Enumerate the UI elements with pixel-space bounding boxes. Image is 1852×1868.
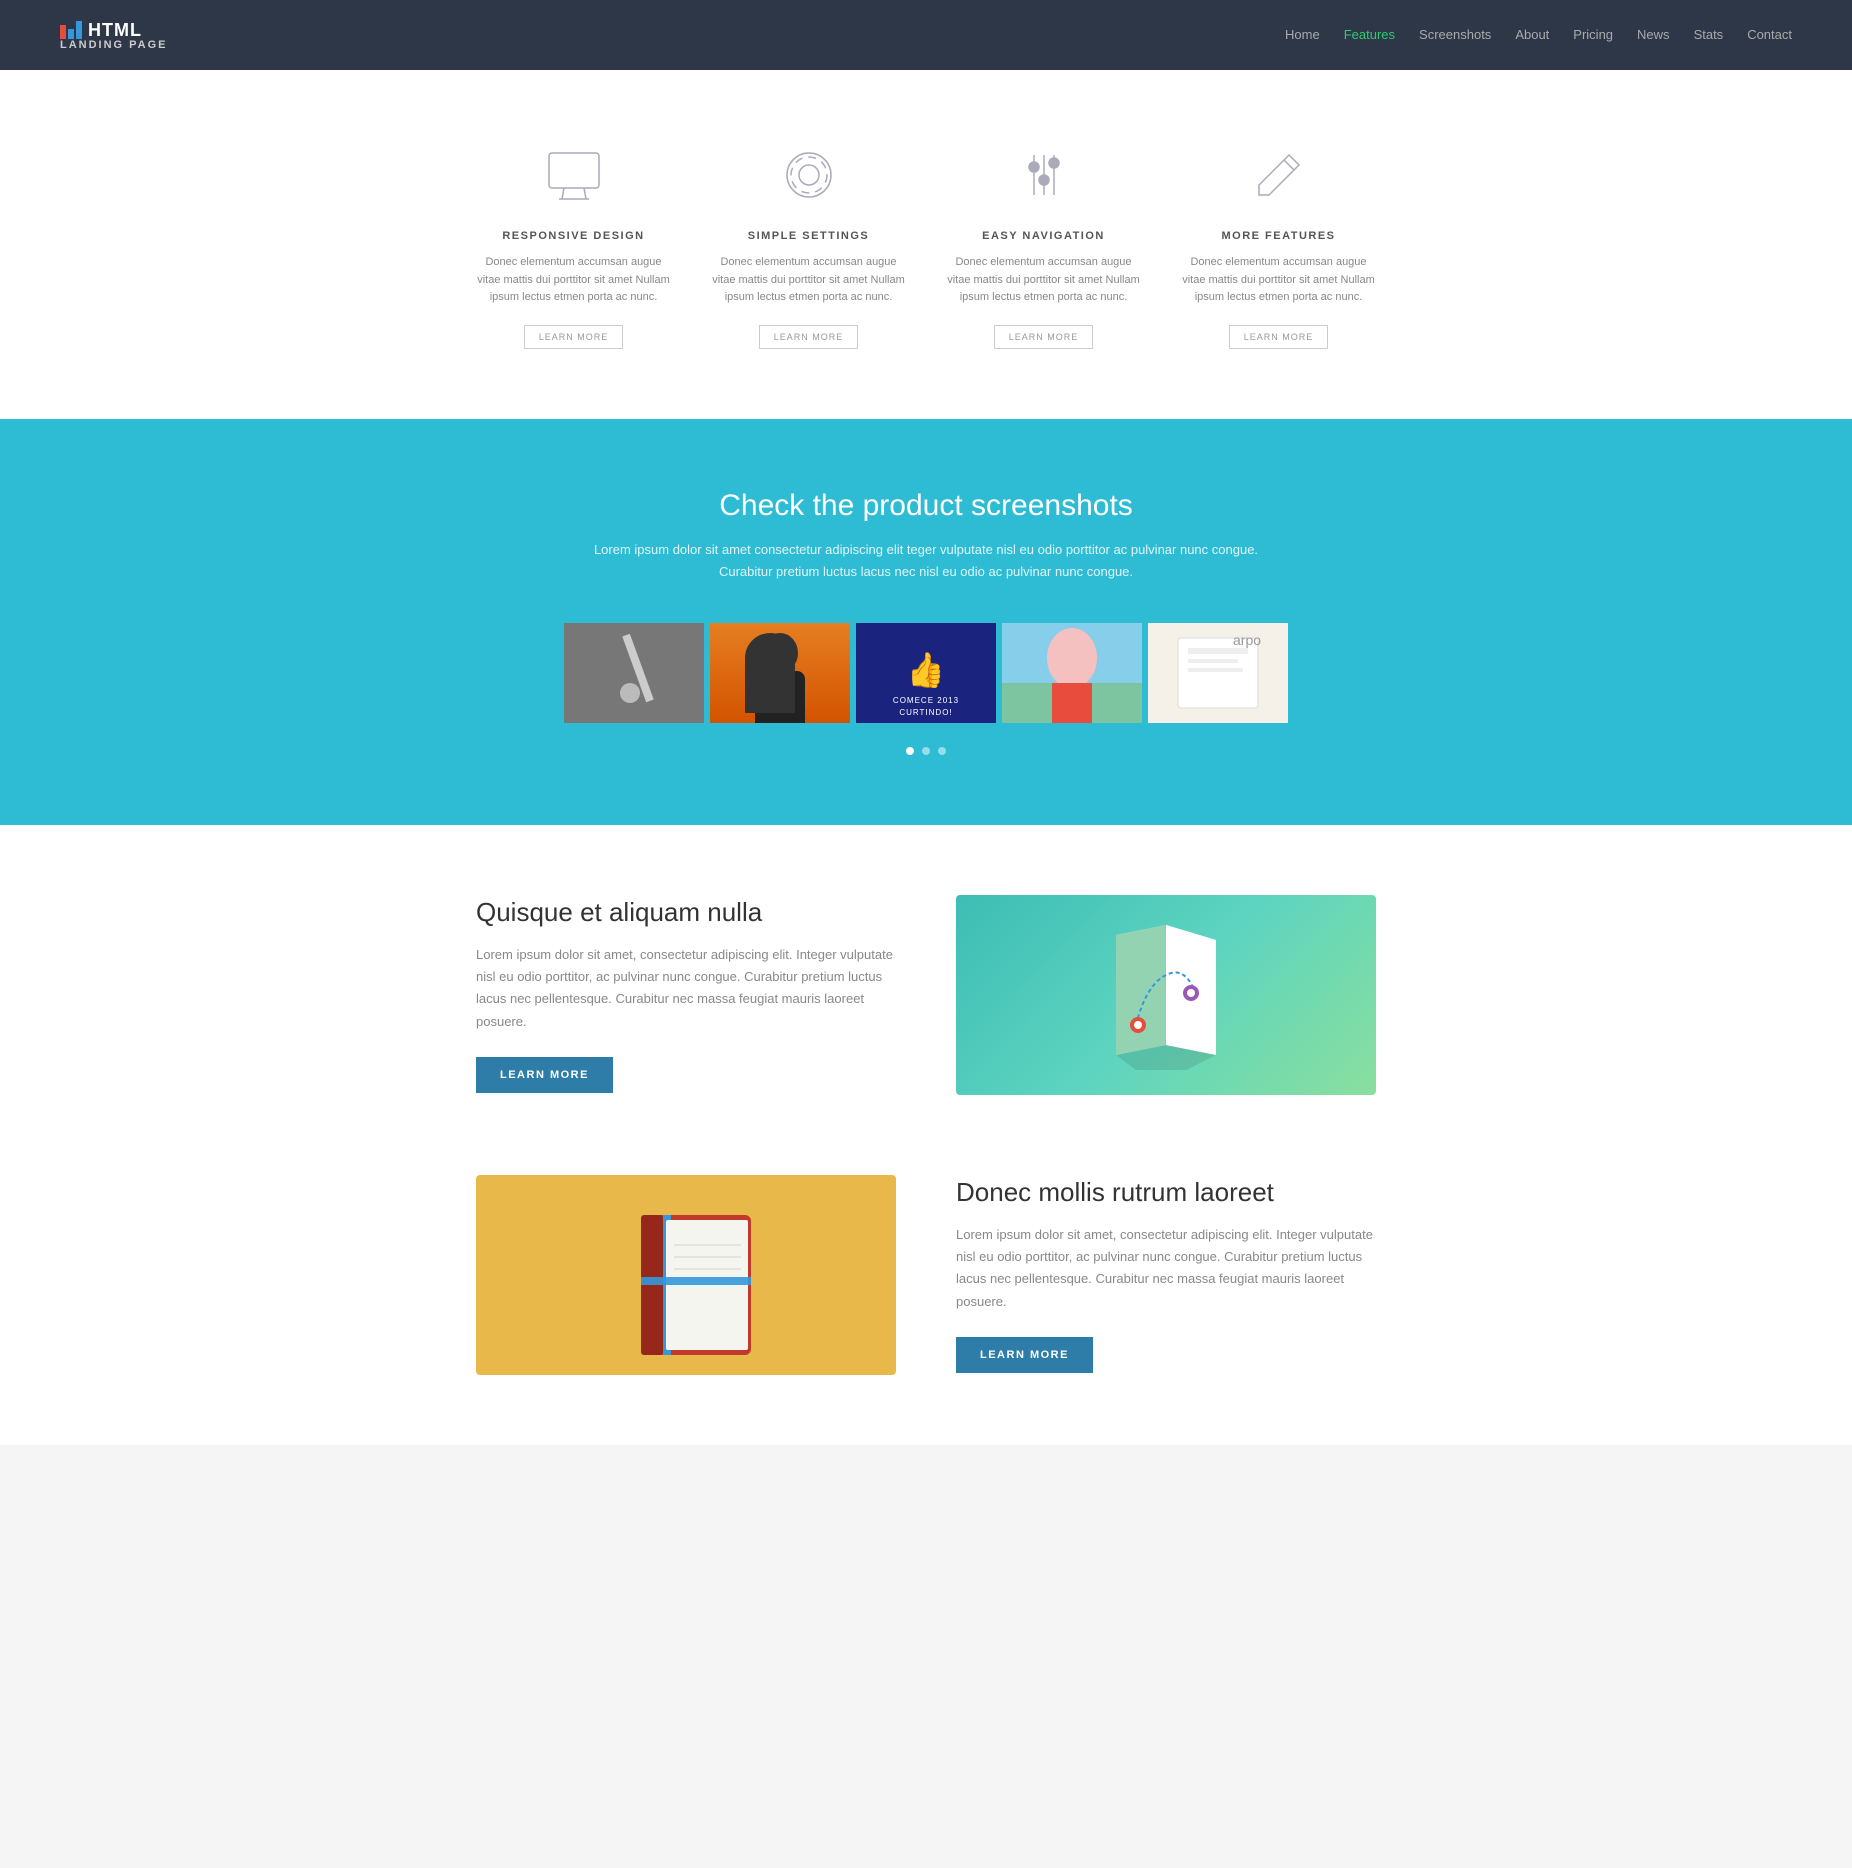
nav-link-features[interactable]: Features [1344,27,1395,42]
carousel-dot-1[interactable] [906,747,914,755]
screenshots-section: Check the product screenshots Lorem ipsu… [0,419,1852,825]
about-title-2: Donec mollis rutrum laoreet [956,1177,1376,1208]
about-desc-1: Lorem ipsum dolor sit amet, consectetur … [476,944,896,1032]
carousel-dot-2[interactable] [922,747,930,755]
nav-link-news[interactable]: News [1637,27,1670,42]
screenshots-desc-line2: Curabitur pretium luctus lacus nec nisl … [719,564,1133,579]
nav-link-contact[interactable]: Contact [1747,27,1792,42]
screenshots-title: Check the product screenshots [80,489,1772,523]
carousel-dot-3[interactable] [938,747,946,755]
about-desc-2: Lorem ipsum dolor sit amet, consectetur … [956,1224,1376,1312]
nav-item-pricing[interactable]: Pricing [1573,26,1613,44]
thumb-2-visual [710,623,850,723]
brand-icon [60,21,82,39]
screenshot-5[interactable]: arpo [1148,623,1288,723]
screenshot-2[interactable] [710,623,850,723]
brand-subtitle: LANDING PAGE [60,39,168,51]
screenshot-4[interactable] [1002,623,1142,723]
about-image-wallet [476,1175,896,1375]
screenshot-1[interactable] [564,623,704,723]
settings-svg [779,145,839,205]
feature-navigation: EASY NAVIGATION Donec elementum accumsan… [946,140,1141,349]
features-grid: RESPONSIVE DESIGN Donec elementum accums… [476,140,1376,349]
thumb-2-svg [710,623,850,723]
about-text-1: Quisque et aliquam nulla Lorem ipsum dol… [476,897,896,1092]
feature-btn-navigation[interactable]: LEARN MORE [994,325,1094,349]
thumb-3-svg: 👍 COMECE 2013 CURTINDO! [856,623,996,723]
nav-link-pricing[interactable]: Pricing [1573,27,1613,42]
navbar: HTML LANDING PAGE Home Features Screensh… [0,0,1852,70]
nav-link-screenshots[interactable]: Screenshots [1419,27,1491,42]
about-image-map [956,895,1376,1095]
nav-link-about[interactable]: About [1515,27,1549,42]
screenshot-3[interactable]: 👍 COMECE 2013 CURTINDO! [856,623,996,723]
nav-item-about[interactable]: About [1515,26,1549,44]
sliders-icon [1009,140,1079,210]
nav-item-stats[interactable]: Stats [1694,26,1724,44]
brand: HTML LANDING PAGE [60,20,168,51]
about-title-1: Quisque et aliquam nulla [476,897,896,928]
thumb-3-visual: 👍 COMECE 2013 CURTINDO! [856,623,996,723]
feature-btn-more[interactable]: LEARN MORE [1229,325,1329,349]
about-btn-2[interactable]: LEARN MORE [956,1337,1093,1373]
svg-text:👍: 👍 [907,650,944,685]
bar-1 [60,25,66,39]
thumb-5-visual: arpo [1148,623,1288,723]
brand-name: HTML [88,20,142,41]
bar-2 [68,29,74,39]
feature-title-more: MORE FEATURES [1181,230,1376,242]
feature-settings: SIMPLE SETTINGS Donec elementum accumsan… [711,140,906,349]
nav-item-features[interactable]: Features [1344,26,1395,44]
feature-title-navigation: EASY NAVIGATION [946,230,1141,242]
feature-desc-responsive: Donec elementum accumsan augue vitae mat… [476,254,671,307]
svg-text:arpo: arpo [1233,632,1261,648]
nav-link-stats[interactable]: Stats [1694,27,1724,42]
nav-menu: Home Features Screenshots About Pricing … [1285,26,1792,44]
monitor-svg [544,145,604,205]
map-svg [1076,905,1256,1085]
nav-item-contact[interactable]: Contact [1747,26,1792,44]
pencil-icon [1244,140,1314,210]
nav-item-home[interactable]: Home [1285,26,1320,44]
about-btn-1[interactable]: LEARN MORE [476,1057,613,1093]
settings-icon [774,140,844,210]
feature-title-responsive: RESPONSIVE DESIGN [476,230,671,242]
svg-text:CURTINDO!: CURTINDO! [899,708,952,717]
nav-item-news[interactable]: News [1637,26,1670,44]
about-row-1: Quisque et aliquam nulla Lorem ipsum dol… [476,895,1376,1095]
sliders-svg [1014,145,1074,205]
monitor-icon [539,140,609,210]
screenshots-desc: Lorem ipsum dolor sit amet consectetur a… [80,539,1772,583]
feature-desc-more: Donec elementum accumsan augue vitae mat… [1181,254,1376,307]
feature-btn-settings[interactable]: LEARN MORE [759,325,859,349]
wallet-visual [476,1175,896,1375]
thumb-4-visual [1002,623,1142,723]
about-row-2: Donec mollis rutrum laoreet Lorem ipsum … [476,1175,1376,1375]
thumb-4-svg [1002,623,1142,723]
about-text-2: Donec mollis rutrum laoreet Lorem ipsum … [956,1177,1376,1372]
feature-desc-navigation: Donec elementum accumsan augue vitae mat… [946,254,1141,307]
pencil-svg [1249,145,1309,205]
thumb-1-visual [564,623,704,723]
feature-title-settings: SIMPLE SETTINGS [711,230,906,242]
wallet-svg [586,1175,786,1375]
nav-item-screenshots[interactable]: Screenshots [1419,26,1491,44]
about-section: Quisque et aliquam nulla Lorem ipsum dol… [0,825,1852,1445]
bar-3 [76,21,82,39]
feature-responsive: RESPONSIVE DESIGN Donec elementum accums… [476,140,671,349]
brand-top: HTML [60,20,168,41]
features-section: RESPONSIVE DESIGN Donec elementum accums… [0,70,1852,419]
svg-text:COMECE 2013: COMECE 2013 [893,696,959,705]
carousel-dots [80,747,1772,755]
feature-desc-settings: Donec elementum accumsan augue vitae mat… [711,254,906,307]
feature-more: MORE FEATURES Donec elementum accumsan a… [1181,140,1376,349]
feature-btn-responsive[interactable]: LEARN MORE [524,325,624,349]
thumb-5-svg: arpo [1148,623,1288,723]
map-visual [956,895,1376,1095]
nav-link-home[interactable]: Home [1285,27,1320,42]
screenshots-desc-line1: Lorem ipsum dolor sit amet consectetur a… [594,542,1258,557]
screenshots-gallery: 👍 COMECE 2013 CURTINDO! [566,623,1286,723]
